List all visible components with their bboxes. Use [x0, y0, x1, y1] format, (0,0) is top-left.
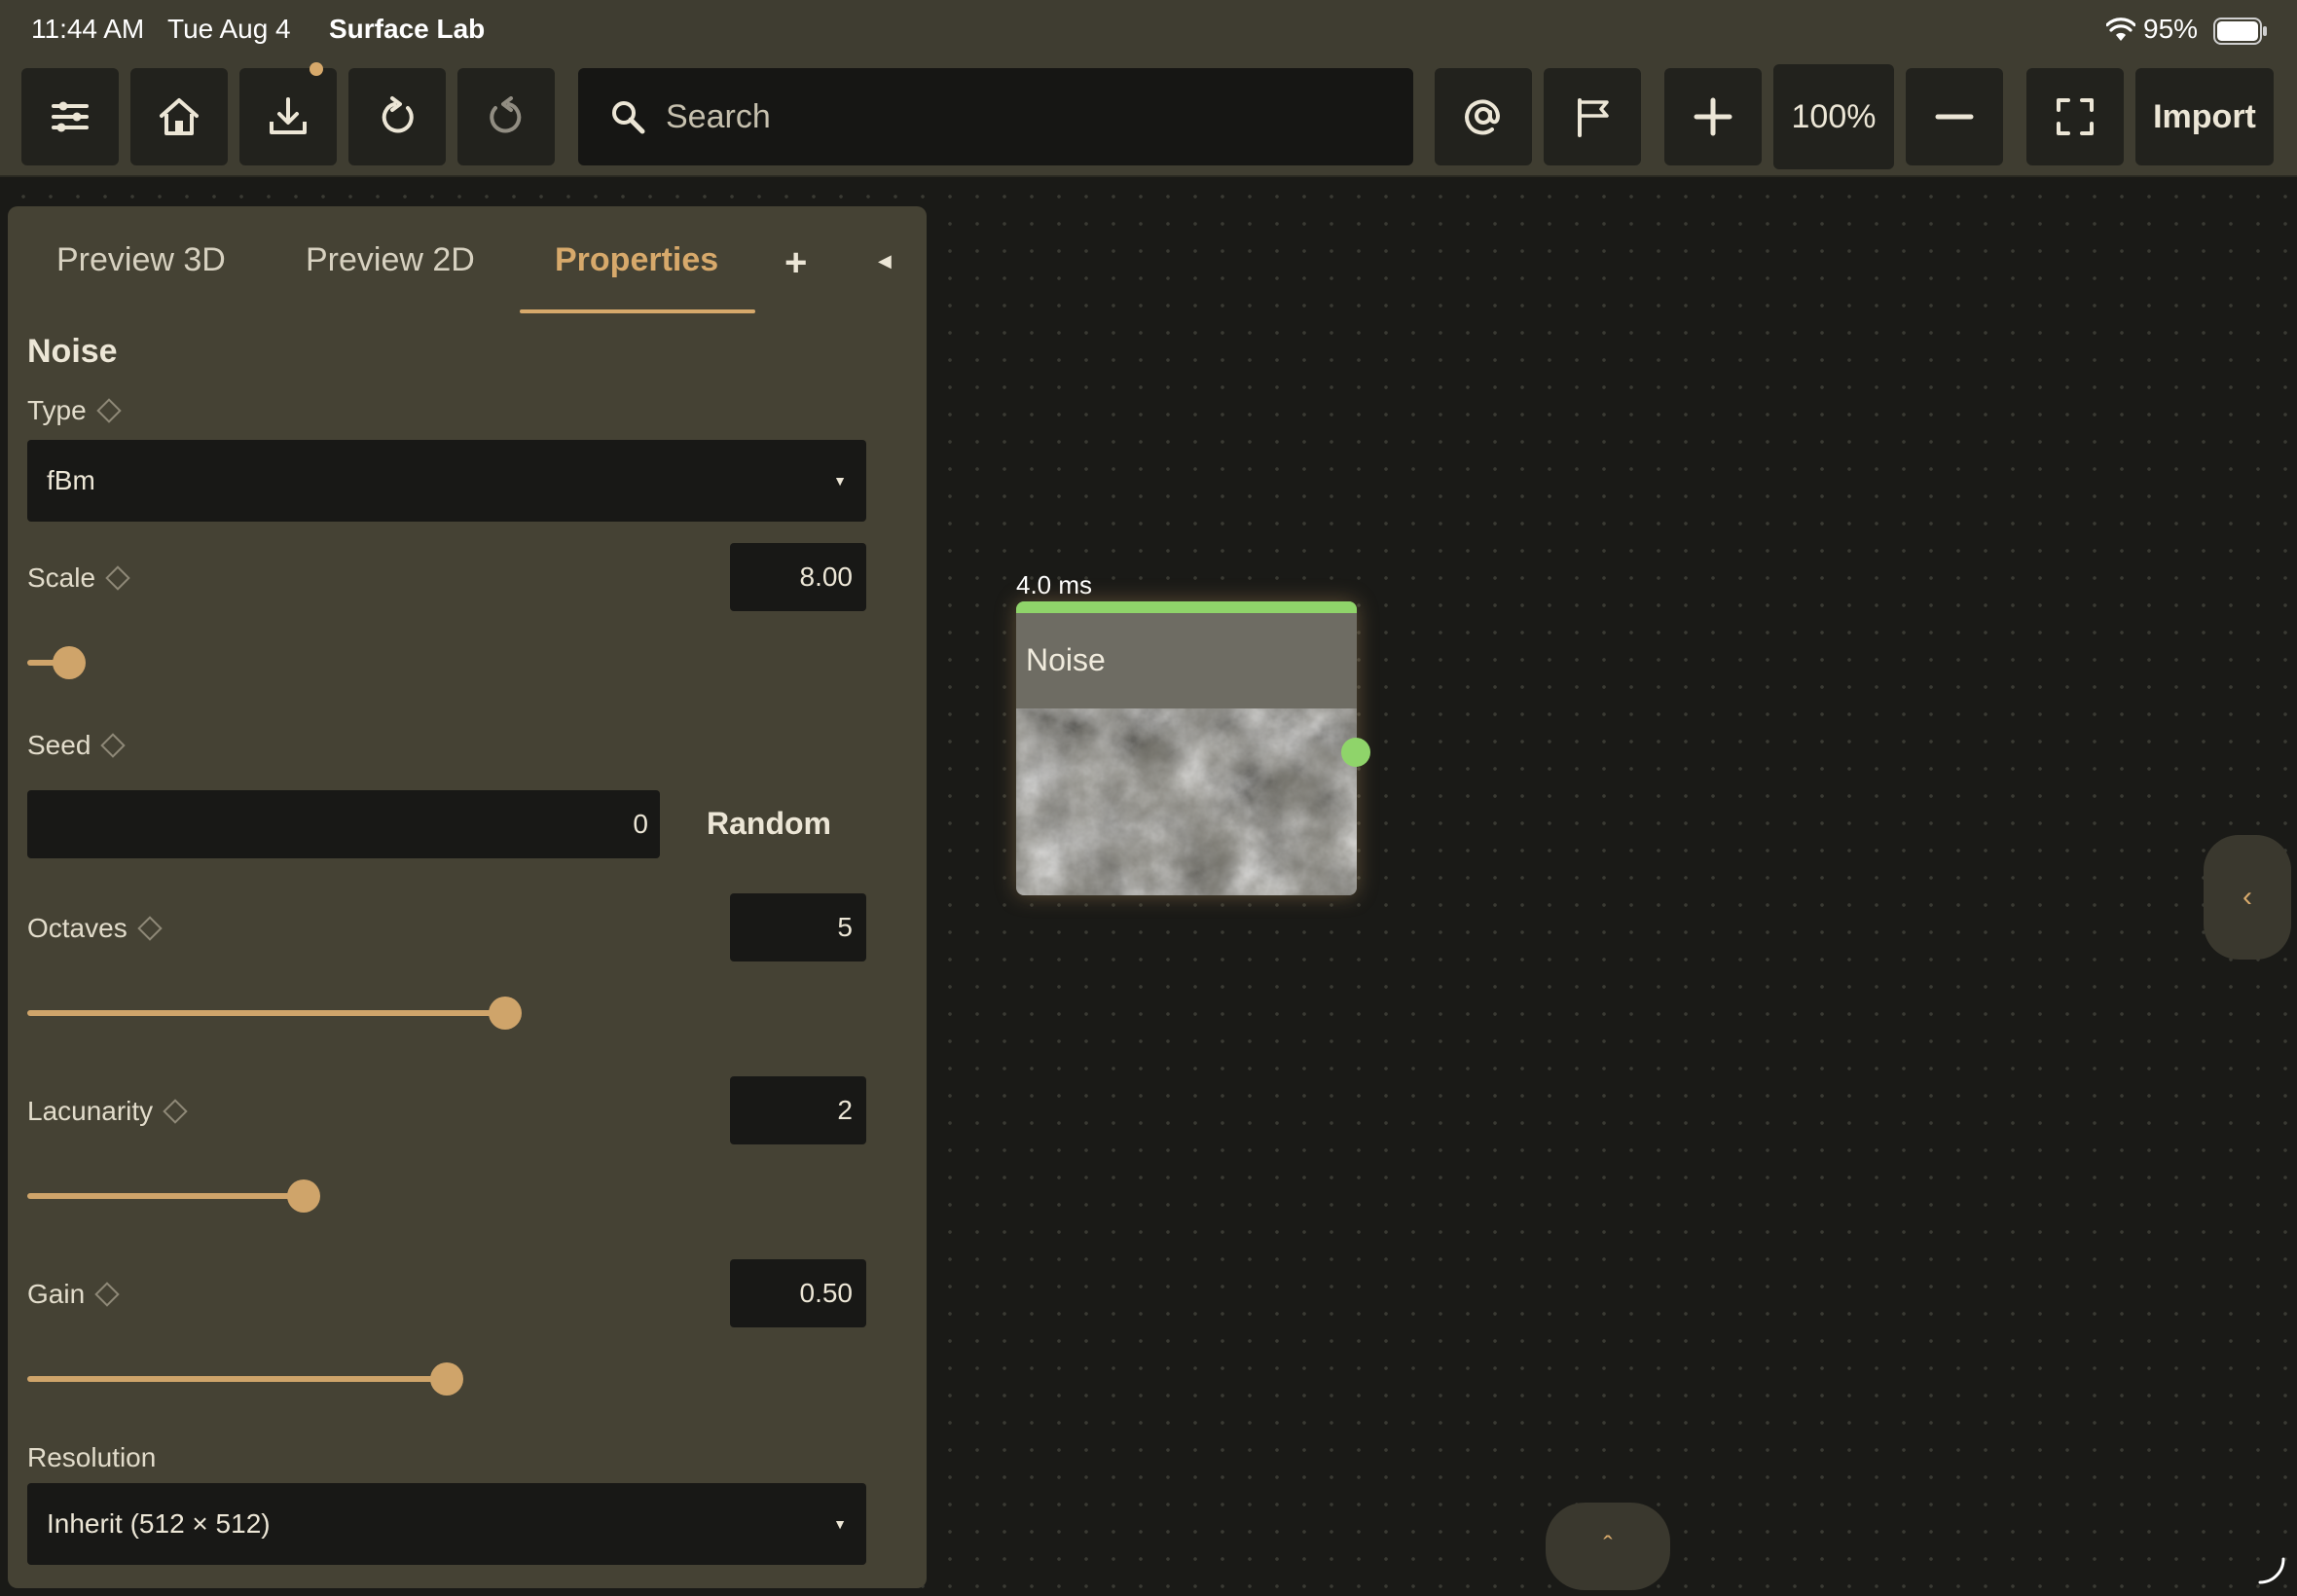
tab-properties[interactable]: Properties	[555, 241, 718, 279]
fit-to-screen-button[interactable]	[2026, 68, 2124, 165]
resolution-label-text: Resolution	[27, 1442, 157, 1472]
import-button[interactable]: Import	[2135, 68, 2274, 165]
node-title: Noise	[27, 333, 118, 370]
gain-field[interactable]: 0.50	[730, 1259, 866, 1327]
sliders-icon	[52, 101, 89, 132]
octaves-field[interactable]: 5	[730, 893, 866, 961]
node-status-bar	[1016, 601, 1357, 613]
tab-preview-3d[interactable]: Preview 3D	[56, 241, 226, 279]
lacunarity-label: Lacunarity	[27, 1096, 188, 1127]
redo-icon	[382, 96, 414, 133]
status-date: Tue Aug 4	[167, 14, 291, 44]
status-time: 11:44 AM	[31, 14, 145, 44]
resize-handle-icon[interactable]	[2256, 1555, 2287, 1586]
search-input[interactable]	[666, 97, 1367, 136]
slider-thumb[interactable]	[53, 646, 86, 679]
search-bar[interactable]	[578, 68, 1413, 165]
type-label-text: Type	[27, 395, 87, 425]
zoom-out-button[interactable]	[1906, 68, 2003, 165]
properties-panel: Preview 3D Preview 2D Properties + ◀ Noi…	[8, 206, 927, 1588]
keyframe-icon[interactable]	[95, 398, 122, 423]
node-output-port[interactable]	[1341, 738, 1370, 767]
status-app-name: Surface Lab	[329, 14, 486, 44]
collapse-panel-icon[interactable]: ◀	[878, 251, 892, 272]
zoom-level-label: 100%	[1791, 97, 1877, 135]
settings-button[interactable]	[21, 68, 119, 165]
wifi-icon	[2106, 18, 2135, 41]
slider-fill	[27, 1193, 304, 1199]
octaves-label-text: Octaves	[27, 913, 128, 943]
octaves-label: Octaves	[27, 913, 163, 944]
lacunarity-field[interactable]: 2	[730, 1076, 866, 1144]
random-seed-button[interactable]: Random	[707, 806, 831, 842]
gain-label-text: Gain	[27, 1279, 86, 1309]
scale-label: Scale	[27, 562, 130, 594]
slider-fill	[27, 1010, 505, 1016]
download-icon	[270, 97, 307, 134]
keyframe-icon[interactable]	[100, 733, 127, 758]
keyframe-icon[interactable]	[105, 565, 130, 591]
scale-slider[interactable]	[27, 644, 866, 679]
tab-preview-2d[interactable]: Preview 2D	[306, 241, 475, 279]
type-select[interactable]: fBm ▼	[27, 440, 866, 522]
seed-label: Seed	[27, 730, 127, 761]
redo-button[interactable]	[348, 68, 446, 165]
gain-label: Gain	[27, 1279, 120, 1310]
share-link-icon	[1465, 99, 1501, 135]
type-label: Type	[27, 395, 122, 426]
seed-label-text: Seed	[27, 730, 91, 760]
minus-icon	[1935, 114, 1974, 120]
add-tab-button[interactable]: +	[784, 241, 807, 285]
chevron-left-icon: ‹	[2242, 881, 2252, 913]
unsaved-indicator	[310, 62, 323, 76]
undo-button[interactable]	[457, 68, 555, 165]
undo-icon	[490, 96, 522, 133]
node-timing: 4.0 ms	[1016, 570, 1093, 599]
resolution-value: Inherit (512 × 512)	[47, 1508, 271, 1539]
slider-fill	[27, 1376, 447, 1382]
battery-percent: 95%	[2143, 14, 2199, 44]
resolution-label: Resolution	[27, 1442, 156, 1473]
home-button[interactable]	[130, 68, 228, 165]
chevron-up-icon: ˆ	[1603, 1531, 1613, 1561]
octaves-slider[interactable]	[27, 995, 866, 1030]
noise-node[interactable]: Noise	[1016, 601, 1357, 895]
download-button[interactable]	[239, 68, 337, 165]
slider-thumb[interactable]	[489, 997, 522, 1030]
toolbar: 100% Import	[0, 62, 2297, 177]
status-bar: 11:44 AM Tue Aug 4 Surface Lab 95%	[0, 0, 2297, 62]
fullscreen-icon	[2057, 98, 2094, 135]
import-label: Import	[2153, 97, 2256, 135]
bottom-panel-toggle[interactable]: ˆ	[1546, 1503, 1670, 1590]
share-button[interactable]	[1435, 68, 1532, 165]
battery-icon	[2213, 18, 2267, 45]
caret-down-icon: ▼	[833, 473, 847, 489]
active-tab-indicator	[520, 309, 755, 313]
lacunarity-label-text: Lacunarity	[27, 1096, 154, 1126]
flag-icon	[1578, 98, 1609, 137]
search-icon	[612, 101, 645, 134]
lacunarity-slider[interactable]	[27, 1178, 866, 1213]
resolution-select[interactable]: Inherit (512 × 512) ▼	[27, 1483, 866, 1565]
right-panel-toggle[interactable]: ‹	[2204, 835, 2291, 960]
slider-thumb[interactable]	[287, 1179, 320, 1213]
scale-label-text: Scale	[27, 562, 96, 593]
zoom-in-button[interactable]	[1664, 68, 1762, 165]
keyframe-icon[interactable]	[94, 1282, 120, 1307]
gain-slider[interactable]	[27, 1360, 866, 1396]
zoom-level[interactable]: 100%	[1773, 64, 1894, 169]
keyframe-icon[interactable]	[163, 1099, 188, 1124]
flag-button[interactable]	[1544, 68, 1641, 165]
caret-down-icon: ▼	[833, 1516, 847, 1532]
slider-thumb[interactable]	[430, 1362, 463, 1396]
home-icon	[160, 98, 199, 135]
type-value: fBm	[47, 465, 95, 495]
panel-tabs: Preview 3D Preview 2D Properties + ◀	[8, 206, 927, 315]
seed-field[interactable]: 0	[27, 790, 660, 858]
scale-field[interactable]: 8.00	[730, 543, 866, 611]
keyframe-icon[interactable]	[136, 916, 163, 941]
node-name: Noise	[1026, 642, 1106, 677]
noise-preview-image	[1016, 708, 1357, 895]
plus-icon	[1694, 97, 1732, 136]
